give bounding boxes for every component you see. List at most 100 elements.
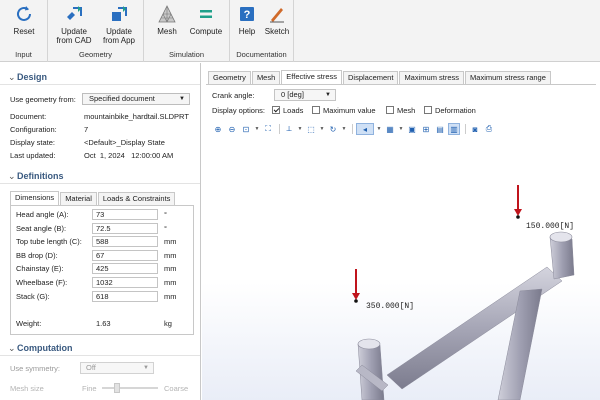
update-from-app-icon (108, 3, 130, 25)
update-from-app-button[interactable]: Update from App (98, 3, 140, 45)
param-unit: ° (164, 210, 167, 219)
tab-displacement[interactable]: Displacement (343, 71, 399, 84)
slider-thumb[interactable] (114, 383, 120, 393)
light-icon[interactable]: ◂ (356, 123, 374, 135)
tab-loads-constraints[interactable]: Loads & Constraints (97, 192, 176, 205)
definitions-title: Definitions (17, 171, 64, 181)
design-title: Design (17, 72, 48, 82)
param-label: Wheelbase (F): (16, 278, 68, 287)
mesh-button[interactable]: Mesh (150, 3, 184, 36)
load-label-2: 350.000[N] (366, 302, 415, 311)
load-arrow-1-head (514, 209, 522, 216)
results-area: Geometry Mesh Effective stress Displacem… (202, 63, 600, 400)
render-icon[interactable]: ▦ (384, 123, 396, 135)
legend-icon[interactable]: ▥ (448, 123, 460, 135)
print-icon[interactable]: ⎙ (483, 123, 495, 135)
param-unit: mm (164, 264, 177, 273)
dropdown-arrow-icon[interactable]: ▼ (376, 123, 382, 135)
tab-maximum-stress-range[interactable]: Maximum stress range (465, 71, 551, 84)
tab-maximum-stress[interactable]: Maximum stress (399, 71, 465, 84)
mesh-size-slider[interactable] (102, 383, 158, 393)
crank-angle-select[interactable]: 0 [deg] ▼ (274, 89, 336, 101)
head-tube (549, 236, 575, 280)
dropdown-arrow-icon[interactable]: ▼ (254, 123, 260, 135)
zoom-in-icon[interactable]: ⊕ (212, 123, 224, 135)
zoom-extents-icon[interactable]: ⛶ (262, 123, 274, 135)
last-updated-value: Oct 1, 2024 12:00:00 AM (84, 151, 174, 160)
help-button[interactable]: ? Help (234, 3, 260, 36)
design-section-header[interactable]: ⌄Design (0, 69, 200, 85)
tab-material[interactable]: Material (60, 192, 97, 205)
dropdown-arrow-icon[interactable]: ▼ (319, 123, 325, 135)
mesh-icon (156, 3, 178, 25)
zoom-box-icon[interactable]: ⊡ (240, 123, 252, 135)
group-label-simulation: Simulation (168, 50, 205, 59)
use-symmetry-select[interactable]: Off ▼ (80, 362, 154, 374)
compute-button[interactable]: Compute (186, 3, 226, 36)
graphics-viewport[interactable]: 150.000[N] 350.000[N] (202, 139, 600, 400)
transparency-icon[interactable]: ▤ (434, 123, 446, 135)
result-tabs: Geometry Mesh Effective stress Displacem… (208, 70, 552, 85)
axes-icon[interactable]: ⟂ (283, 123, 295, 135)
sketch-button[interactable]: Sketch (262, 3, 292, 36)
computation-section-header[interactable]: ⌄Computation (0, 340, 200, 356)
param-input[interactable]: 588 (92, 236, 158, 247)
tab-geometry[interactable]: Geometry (208, 71, 251, 84)
load-point-1 (516, 215, 520, 219)
deformation-label: Deformation (435, 106, 476, 115)
configuration-label: Configuration: (10, 125, 57, 134)
camera-icon[interactable]: ◙ (469, 123, 481, 135)
mesh-size-coarse: Coarse (164, 384, 189, 393)
grid-icon[interactable]: ⊞ (420, 123, 432, 135)
update-from-cad-icon (63, 3, 85, 25)
param-label: Chainstay (E): (16, 264, 64, 273)
dropdown-arrow-icon: ▼ (143, 365, 149, 371)
param-unit: mm (164, 278, 177, 287)
param-input[interactable]: 67 (92, 250, 158, 261)
definitions-section-header[interactable]: ⌄Definitions (0, 168, 200, 184)
deformation-checkbox[interactable]: Deformation (424, 105, 476, 116)
loads-label: Loads (283, 106, 304, 115)
sketch-label: Sketch (264, 27, 290, 36)
reset-button[interactable]: Reset (6, 3, 42, 36)
ribbon-group-geometry: Update from CAD Update from App Geometry (48, 0, 144, 62)
param-input[interactable]: 618 (92, 291, 158, 302)
param-input[interactable]: 1032 (92, 277, 158, 288)
help-label: Help (238, 27, 256, 36)
rotate-icon[interactable]: ↻ (327, 123, 339, 135)
dropdown-arrow-icon[interactable]: ▼ (398, 123, 404, 135)
param-label: Top tube length (C): (16, 237, 82, 246)
group-label-input: Input (15, 50, 32, 59)
view-cube-icon[interactable]: ⬚ (305, 123, 317, 135)
help-icon: ? (236, 3, 258, 25)
tab-mesh[interactable]: Mesh (251, 71, 281, 84)
param-label: BB drop (D): (16, 251, 58, 260)
sketch-icon (266, 3, 288, 25)
configuration-value: 7 (84, 125, 89, 134)
computation-title: Computation (17, 343, 73, 353)
seat-tube-top (357, 338, 381, 350)
maximum-value-checkbox[interactable]: Maximum value (312, 105, 376, 116)
group-label-geometry: Geometry (79, 50, 112, 59)
param-input[interactable]: 72.5 (92, 223, 158, 234)
param-input[interactable]: 73 (92, 209, 158, 220)
tab-effective-stress[interactable]: Effective stress (281, 70, 342, 84)
param-input[interactable]: 425 (92, 263, 158, 274)
param-unit: mm (164, 251, 177, 260)
zoom-out-icon[interactable]: ⊖ (226, 123, 238, 135)
loads-checkbox[interactable]: Loads (272, 105, 303, 116)
display-options-label: Display options: (212, 106, 265, 115)
param-unit: mm (164, 292, 177, 301)
use-geometry-select[interactable]: Specified document ▼ (82, 93, 190, 105)
chevron-down-icon: ⌄ (8, 72, 16, 82)
mesh-option-label: Mesh (397, 106, 416, 115)
update-from-cad-button[interactable]: Update from CAD (54, 3, 94, 45)
wireframe-icon[interactable]: ▣ (406, 123, 418, 135)
dropdown-arrow-icon[interactable]: ▼ (341, 123, 347, 135)
dropdown-arrow-icon[interactable]: ▼ (297, 123, 303, 135)
ribbon-group-documentation: ? Help Sketch Documentation (230, 0, 294, 62)
tab-dimensions[interactable]: Dimensions (10, 191, 60, 205)
head-tube-top (549, 231, 573, 243)
mesh-checkbox[interactable]: Mesh (386, 105, 415, 116)
ribbon: Reset Input Update from CAD Update from … (0, 0, 600, 62)
